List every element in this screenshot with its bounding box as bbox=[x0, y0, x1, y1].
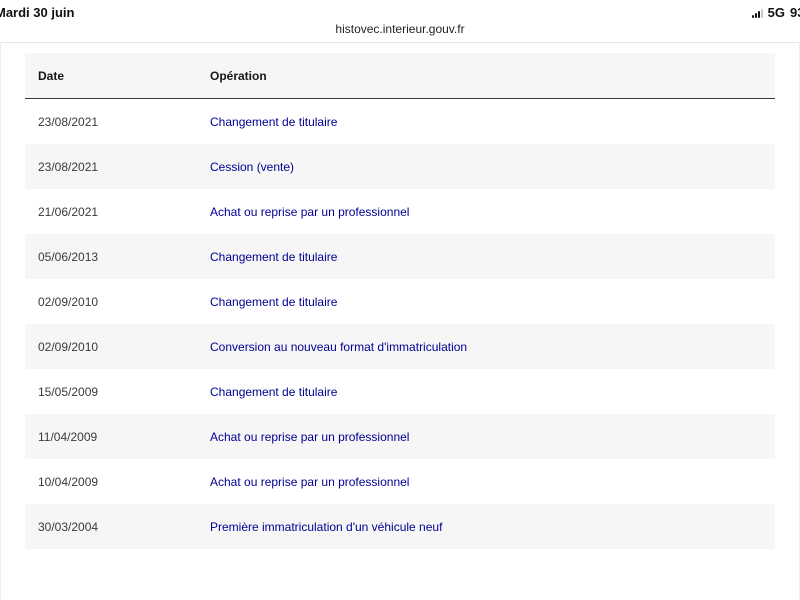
table-row: 23/08/2021 Cession (vente) bbox=[25, 144, 775, 189]
row-operation: Achat ou reprise par un professionnel bbox=[210, 474, 410, 489]
row-date: 23/08/2021 bbox=[25, 144, 210, 189]
column-header-date: Date bbox=[25, 53, 210, 99]
row-operation: Conversion au nouveau format d'immatricu… bbox=[210, 324, 775, 369]
row-operation: Changement de titulaire bbox=[210, 384, 338, 399]
row-operation: Changement de titulaire bbox=[210, 294, 338, 309]
battery-percent: 93 bbox=[790, 5, 800, 20]
row-operation: Changement de titulaire bbox=[210, 114, 338, 129]
vehicle-history-table: Date Opération 23/08/2021 Changement de t… bbox=[25, 53, 775, 549]
table-row: 21/06/2021 Achat ou reprise par un profes… bbox=[25, 189, 775, 234]
table-row: 10/04/2009 Achat ou reprise par un profes… bbox=[25, 459, 775, 504]
row-date: 23/08/2021 bbox=[38, 114, 99, 129]
row-date: 02/09/2010 bbox=[25, 324, 210, 369]
table-row: 23/08/2021 Changement de titulaire bbox=[25, 99, 775, 145]
row-operation: Première immatriculation d'un véhicule n… bbox=[210, 504, 775, 549]
table-header-row: Date Opération bbox=[25, 53, 775, 99]
table-row: 05/06/2013 Changement de titulaire bbox=[25, 234, 775, 279]
table-row: 11/04/2009 Achat ou reprise par un profes… bbox=[25, 414, 775, 459]
table-row: 15/05/2009 Changement de titulaire bbox=[25, 369, 775, 414]
url-text: histovec.interieur.gouv.fr bbox=[335, 22, 465, 36]
column-header-operation: Opération bbox=[210, 53, 775, 99]
row-operation: Changement de titulaire bbox=[210, 234, 775, 279]
address-bar[interactable]: histovec.interieur.gouv.fr bbox=[0, 22, 800, 40]
network-type: 5G bbox=[767, 5, 785, 20]
row-date: 10/04/2009 bbox=[38, 474, 99, 489]
row-operation: Achat ou reprise par un professionnel bbox=[210, 204, 410, 219]
row-date: 21/06/2021 bbox=[38, 204, 99, 219]
row-date: 11/04/2009 bbox=[25, 414, 210, 459]
row-operation: Cession (vente) bbox=[210, 144, 775, 189]
row-operation: Achat ou reprise par un professionnel bbox=[210, 414, 775, 459]
table-row: 02/09/2010 Conversion au nouveau format d… bbox=[25, 324, 775, 369]
row-date: 05/06/2013 bbox=[25, 234, 210, 279]
row-date: 02/09/2010 bbox=[38, 294, 99, 309]
row-date: 30/03/2004 bbox=[25, 504, 210, 549]
row-date: 15/05/2009 bbox=[38, 384, 99, 399]
status-indicators: 5G 93 bbox=[751, 5, 800, 20]
status-time: Mardi 30 juin bbox=[0, 5, 75, 20]
table-row: 30/03/2004 Première immatriculation d'un … bbox=[25, 504, 775, 549]
table-body: 23/08/2021 Changement de titulaire 23/08/2… bbox=[25, 99, 775, 549]
status-bar: Mardi 30 juin 5G 93 bbox=[0, 0, 800, 22]
cellular-signal-icon bbox=[751, 8, 763, 18]
table-row: 02/09/2010 Changement de titulaire bbox=[25, 279, 775, 324]
